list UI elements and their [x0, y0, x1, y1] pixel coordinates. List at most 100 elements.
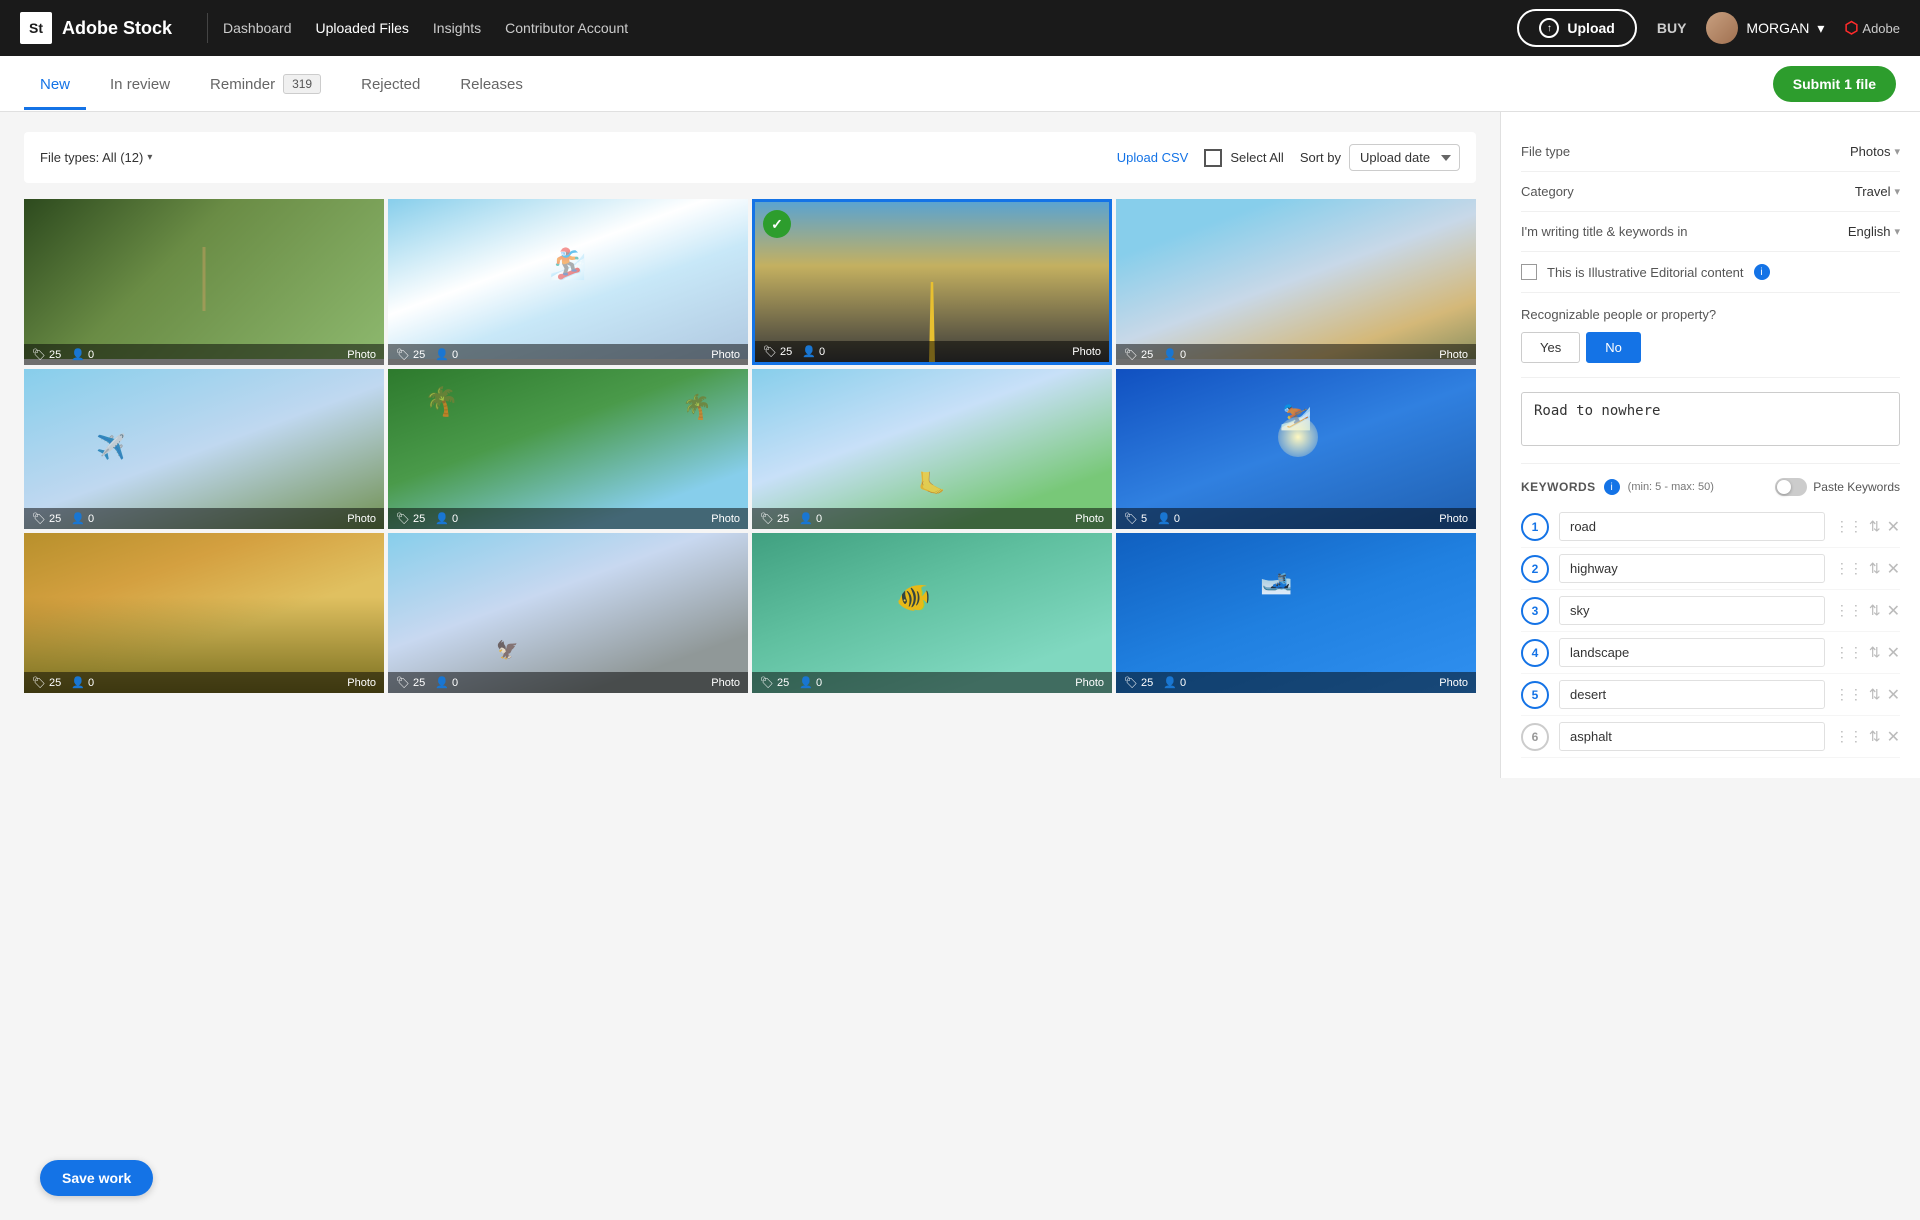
image-cell-7[interactable]: 🦶 🏷 25 👤 0 Photo — [752, 369, 1112, 529]
nav-dashboard[interactable]: Dashboard — [223, 20, 292, 36]
language-select[interactable]: English ▾ — [1848, 224, 1900, 239]
kw-sort-icon-2[interactable]: ⇅ — [1869, 560, 1881, 577]
image-cell-6[interactable]: 🌴 🌴 🏷 25 👤 0 Photo — [388, 369, 748, 529]
no-button[interactable]: No — [1586, 332, 1641, 363]
file-type-filter[interactable]: File types: All (12) ▾ — [40, 150, 152, 165]
title-input[interactable] — [1521, 392, 1900, 446]
people-count-5: 👤 0 — [71, 512, 94, 525]
category-label: Category — [1521, 184, 1574, 199]
editorial-info-icon[interactable]: i — [1754, 264, 1770, 280]
paste-keywords-toggle[interactable] — [1775, 478, 1807, 496]
title-area — [1521, 378, 1900, 464]
buy-link[interactable]: BUY — [1657, 20, 1687, 36]
kw-remove-icon-1[interactable]: ✕ — [1887, 517, 1900, 537]
kw-sort-icon-5[interactable]: ⇅ — [1869, 686, 1881, 703]
kw-drag-icon-3[interactable]: ⋮⋮ — [1835, 602, 1863, 619]
keyword-count-10: 🏷 25 — [396, 676, 425, 689]
kw-remove-icon-5[interactable]: ✕ — [1887, 685, 1900, 705]
tab-rejected[interactable]: Rejected — [345, 58, 436, 110]
kw-sort-icon-3[interactable]: ⇅ — [1869, 602, 1881, 619]
kw-actions-5: ⋮⋮ ⇅ ✕ — [1835, 685, 1900, 705]
image-cell-1[interactable]: 🏷 25 👤 0 Photo — [24, 199, 384, 365]
img-stats-12: 🏷 25 👤 0 — [1124, 676, 1186, 689]
brand-name: Adobe Stock — [62, 18, 172, 39]
upload-button[interactable]: ↑ Upload — [1517, 9, 1636, 47]
image-cell-3[interactable]: ✓ 🏷 25 👤 0 Photo — [752, 199, 1112, 365]
keyword-input-3[interactable] — [1559, 596, 1825, 625]
image-cell-10[interactable]: 🦅 🏷 25 👤 0 Photo — [388, 533, 748, 693]
submit-button[interactable]: Submit 1 file — [1773, 66, 1896, 102]
keywords-header: KEYWORDS i (min: 5 - max: 50) Paste Keyw… — [1521, 464, 1900, 506]
image-cell-9[interactable]: 🏷 25 👤 0 Photo — [24, 533, 384, 693]
image-footer-4: 🏷 25 👤 0 Photo — [1116, 344, 1476, 365]
kw-remove-icon-3[interactable]: ✕ — [1887, 601, 1900, 621]
left-panel: File types: All (12) ▾ Upload CSV Select… — [0, 112, 1500, 778]
right-panel: File type Photos ▾ Category Travel ▾ I'm… — [1500, 112, 1920, 778]
category-select[interactable]: Travel ▾ — [1855, 184, 1900, 199]
kw-drag-icon-5[interactable]: ⋮⋮ — [1835, 686, 1863, 703]
yes-button[interactable]: Yes — [1521, 332, 1580, 363]
kw-actions-4: ⋮⋮ ⇅ ✕ — [1835, 643, 1900, 663]
user-menu[interactable]: MORGAN ▾ — [1706, 12, 1824, 44]
keyword-input-2[interactable] — [1559, 554, 1825, 583]
image-cell-12[interactable]: 🎿 🏷 25 👤 0 Photo — [1116, 533, 1476, 693]
file-type-select[interactable]: Photos ▾ — [1850, 144, 1900, 159]
img-type-8: Photo — [1439, 513, 1468, 525]
tab-reminder[interactable]: Reminder 319 — [194, 56, 337, 111]
brand-logo[interactable]: St Adobe Stock — [20, 12, 172, 44]
people-count-8: 👤 0 — [1157, 512, 1180, 525]
language-label: I'm writing title & keywords in — [1521, 224, 1687, 239]
keyword-input-5[interactable] — [1559, 680, 1825, 709]
img-stats-11: 🏷 25 👤 0 — [760, 676, 822, 689]
editorial-checkbox[interactable] — [1521, 264, 1537, 280]
select-all-label[interactable]: Select All — [1230, 150, 1283, 165]
keyword-input-1[interactable] — [1559, 512, 1825, 541]
image-cell-5[interactable]: ✈️ 🏷 25 👤 0 Photo — [24, 369, 384, 529]
file-type-value: Photos — [1850, 144, 1890, 159]
keyword-num-6: 6 — [1521, 723, 1549, 751]
img-type-11: Photo — [1075, 677, 1104, 689]
keyword-input-4[interactable] — [1559, 638, 1825, 667]
keyword-row-6: 6 ⋮⋮ ⇅ ✕ — [1521, 716, 1900, 758]
kw-remove-icon-2[interactable]: ✕ — [1887, 559, 1900, 579]
kw-sort-icon-1[interactable]: ⇅ — [1869, 518, 1881, 535]
sort-select[interactable]: Upload date Title File name — [1349, 144, 1460, 171]
kw-drag-icon-1[interactable]: ⋮⋮ — [1835, 518, 1863, 535]
image-cell-2[interactable]: 🏂 🏷 25 👤 0 Photo — [388, 199, 748, 365]
kw-remove-icon-6[interactable]: ✕ — [1887, 727, 1900, 747]
kw-drag-icon-2[interactable]: ⋮⋮ — [1835, 560, 1863, 577]
select-all-checkbox[interactable] — [1204, 149, 1222, 167]
kw-actions-3: ⋮⋮ ⇅ ✕ — [1835, 601, 1900, 621]
nav-contributor-account[interactable]: Contributor Account — [505, 20, 628, 36]
save-work-button[interactable]: Save work — [40, 1160, 153, 1196]
reminder-badge: 319 — [283, 74, 321, 94]
filter-arrow-icon: ▾ — [147, 152, 152, 163]
tab-releases[interactable]: Releases — [444, 58, 539, 110]
image-cell-4[interactable]: 🏷 25 👤 0 Photo — [1116, 199, 1476, 365]
nav-insights[interactable]: Insights — [433, 20, 481, 36]
people-count-7: 👤 0 — [799, 512, 822, 525]
image-cell-11[interactable]: 🐠 🏷 25 👤 0 Photo — [752, 533, 1112, 693]
kw-sort-icon-6[interactable]: ⇅ — [1869, 728, 1881, 745]
adobe-label: Adobe — [1862, 21, 1900, 36]
toolbar: File types: All (12) ▾ Upload CSV Select… — [24, 132, 1476, 183]
tab-in-review[interactable]: In review — [94, 58, 186, 110]
kw-sort-icon-4[interactable]: ⇅ — [1869, 644, 1881, 661]
image-cell-8[interactable]: ⛷️ 🏷 5 👤 0 Photo — [1116, 369, 1476, 529]
keyword-count-8: 🏷 5 — [1124, 512, 1147, 525]
kw-drag-icon-4[interactable]: ⋮⋮ — [1835, 644, 1863, 661]
nav-uploaded-files[interactable]: Uploaded Files — [316, 20, 409, 36]
paste-keywords-area[interactable]: Paste Keywords — [1775, 478, 1900, 496]
kw-drag-icon-6[interactable]: ⋮⋮ — [1835, 728, 1863, 745]
file-type-arrow-icon: ▾ — [1894, 145, 1900, 158]
upload-csv-button[interactable]: Upload CSV — [1117, 150, 1189, 165]
kw-remove-icon-4[interactable]: ✕ — [1887, 643, 1900, 663]
keyword-num-4: 4 — [1521, 639, 1549, 667]
keyword-num-3: 3 — [1521, 597, 1549, 625]
keyword-count-5: 🏷 25 — [32, 512, 61, 525]
nav-divider — [207, 13, 208, 43]
keywords-info-icon[interactable]: i — [1604, 479, 1620, 495]
keyword-input-6[interactable] — [1559, 722, 1825, 751]
yn-buttons: Yes No — [1521, 332, 1900, 363]
tab-new[interactable]: New — [24, 58, 86, 110]
